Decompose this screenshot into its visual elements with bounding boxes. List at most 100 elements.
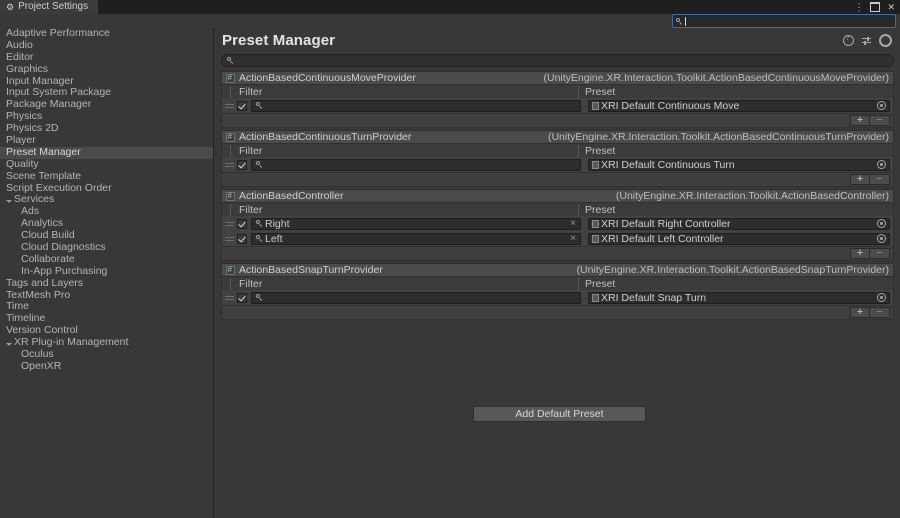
sidebar-item-quality[interactable]: Quality xyxy=(0,157,213,171)
clear-icon[interactable]: × xyxy=(570,233,576,244)
row-enabled-checkbox[interactable] xyxy=(237,292,247,303)
column-header-filter: Filter xyxy=(230,277,578,290)
sidebar-item-scene-template[interactable]: Scene Template xyxy=(0,170,213,183)
column-header-filter: Filter xyxy=(230,85,578,98)
object-picker-icon[interactable] xyxy=(877,219,886,228)
gear-icon[interactable] xyxy=(879,34,892,47)
tab-label: Project Settings xyxy=(18,1,89,12)
preset-column-headers: Filter Preset xyxy=(221,277,894,290)
chevron-down-icon[interactable] xyxy=(6,342,12,346)
preset-rows: XRI Default Snap Turn xyxy=(221,290,894,306)
preset-column-headers: Filter Preset xyxy=(221,203,894,216)
sidebar-item-tags-and-layers[interactable]: Tags and Layers xyxy=(0,277,213,290)
sidebar-item-label: Editor xyxy=(6,50,34,63)
add-row-button[interactable]: + xyxy=(850,174,870,185)
preset-group: ActionBasedSnapTurnProvider (UnityEngine.… xyxy=(221,263,894,320)
clear-icon[interactable]: × xyxy=(570,218,576,229)
page-title: Preset Manager xyxy=(222,32,336,49)
remove-row-button[interactable]: − xyxy=(870,307,890,318)
preset-value: XRI Default Continuous Turn xyxy=(601,158,735,171)
preset-group-header[interactable]: ActionBasedContinuousMoveProvider (UnityE… xyxy=(221,71,894,85)
script-icon xyxy=(226,72,235,83)
panel-header: Preset Manager xyxy=(214,28,900,53)
drag-handle-icon[interactable] xyxy=(225,234,234,243)
search-icon xyxy=(256,102,263,109)
preset-object-field[interactable]: XRI Default Continuous Turn xyxy=(588,158,890,171)
remove-row-button[interactable]: − xyxy=(870,115,890,126)
table-row[interactable]: XRI Default Snap Turn xyxy=(222,290,893,305)
table-row[interactable]: Right × XRI Default Right Controller xyxy=(222,216,893,231)
remove-row-button[interactable]: − xyxy=(870,174,890,185)
drag-handle-icon[interactable] xyxy=(225,160,234,169)
help-icon[interactable] xyxy=(843,34,854,46)
preset-group-type: (UnityEngine.XR.Interaction.Toolkit.Acti… xyxy=(547,131,889,143)
preset-value: XRI Default Snap Turn xyxy=(601,291,707,304)
sidebar-item-preset-manager[interactable]: Preset Manager xyxy=(0,146,213,159)
top-search-field[interactable] xyxy=(672,14,896,28)
preset-group: ActionBasedContinuousTurnProvider (UnityE… xyxy=(221,130,894,187)
preset-value: XRI Default Left Controller xyxy=(601,232,724,245)
preset-group-name: ActionBasedController xyxy=(239,190,344,202)
column-label-filter: Filter xyxy=(239,203,263,216)
sidebar-item-textmesh-pro[interactable]: TextMesh Pro xyxy=(0,289,213,302)
sidebar-item-graphics[interactable]: Graphics xyxy=(0,63,213,76)
tab-project-settings[interactable]: ⚙ Project Settings xyxy=(0,0,99,14)
preset-icon[interactable] xyxy=(862,36,871,45)
row-enabled-checkbox[interactable] xyxy=(237,100,247,111)
preset-row-footer: + − xyxy=(221,114,894,128)
panel-search-field[interactable] xyxy=(221,54,894,67)
drag-handle-icon[interactable] xyxy=(225,293,234,302)
sidebar-item-editor[interactable]: Editor xyxy=(0,50,213,64)
row-enabled-checkbox[interactable] xyxy=(237,233,247,244)
object-picker-icon[interactable] xyxy=(877,234,886,243)
filter-input[interactable] xyxy=(251,291,581,304)
preset-object-field[interactable]: XRI Default Snap Turn xyxy=(588,291,890,304)
table-row[interactable]: XRI Default Continuous Move xyxy=(222,98,893,113)
row-enabled-checkbox[interactable] xyxy=(237,218,247,229)
drag-handle-icon[interactable] xyxy=(225,219,234,228)
settings-sidebar[interactable]: Adaptive Performance Audio Editor Graphics I… xyxy=(0,28,214,518)
preset-object-field[interactable]: XRI Default Right Controller xyxy=(588,217,890,230)
chevron-down-icon[interactable] xyxy=(6,199,12,203)
filter-input[interactable]: Left × xyxy=(251,232,581,245)
add-default-preset-button[interactable]: Add Default Preset xyxy=(473,406,646,422)
preset-asset-icon xyxy=(592,101,599,110)
text-caret xyxy=(685,16,686,26)
preset-object-field[interactable]: XRI Default Continuous Move xyxy=(588,99,890,112)
column-header-preset: Preset xyxy=(578,85,893,98)
sidebar-item-audio[interactable]: Audio xyxy=(0,39,213,52)
sidebar-item-in-app-purchasing[interactable]: In-App Purchasing xyxy=(0,265,213,278)
preset-asset-icon xyxy=(592,160,599,169)
filter-input[interactable]: Right × xyxy=(251,217,581,230)
sidebar-item-label: OpenXR xyxy=(21,359,62,372)
maximize-icon[interactable] xyxy=(870,2,881,12)
add-row-button[interactable]: + xyxy=(850,115,870,126)
preset-group-type: (UnityEngine.XR.Interaction.Toolkit.Acti… xyxy=(615,190,889,202)
column-label-preset: Preset xyxy=(585,85,616,98)
column-label-filter: Filter xyxy=(239,277,263,290)
preset-group-header[interactable]: ActionBasedController (UnityEngine.XR.Int… xyxy=(221,189,894,203)
preset-group-header[interactable]: ActionBasedSnapTurnProvider (UnityEngine.… xyxy=(221,263,894,277)
window-controls: ⋮ ✕ xyxy=(854,1,900,12)
preset-group-header[interactable]: ActionBasedContinuousTurnProvider (UnityE… xyxy=(221,130,894,144)
add-row-button[interactable]: + xyxy=(850,307,870,318)
close-icon[interactable]: ✕ xyxy=(887,2,895,12)
preset-group: ActionBasedContinuousMoveProvider (UnityE… xyxy=(221,71,894,128)
object-picker-icon[interactable] xyxy=(877,293,886,302)
filter-input[interactable] xyxy=(251,158,581,171)
object-picker-icon[interactable] xyxy=(877,101,886,110)
preset-row-footer: + − xyxy=(221,173,894,187)
sidebar-item-openxr[interactable]: OpenXR xyxy=(0,359,213,373)
table-row[interactable]: XRI Default Continuous Turn xyxy=(222,157,893,172)
add-row-button[interactable]: + xyxy=(850,248,870,259)
drag-handle-icon[interactable] xyxy=(225,101,234,110)
remove-row-button[interactable]: − xyxy=(870,248,890,259)
row-enabled-checkbox[interactable] xyxy=(237,159,247,170)
preset-value: XRI Default Right Controller xyxy=(601,217,731,230)
sidebar-item-label: Quality xyxy=(6,157,39,170)
overflow-menu-icon[interactable]: ⋮ xyxy=(854,1,863,12)
table-row[interactable]: Left × XRI Default Left Controller xyxy=(222,231,893,246)
object-picker-icon[interactable] xyxy=(877,160,886,169)
preset-object-field[interactable]: XRI Default Left Controller xyxy=(588,232,890,245)
filter-input[interactable] xyxy=(251,99,581,112)
